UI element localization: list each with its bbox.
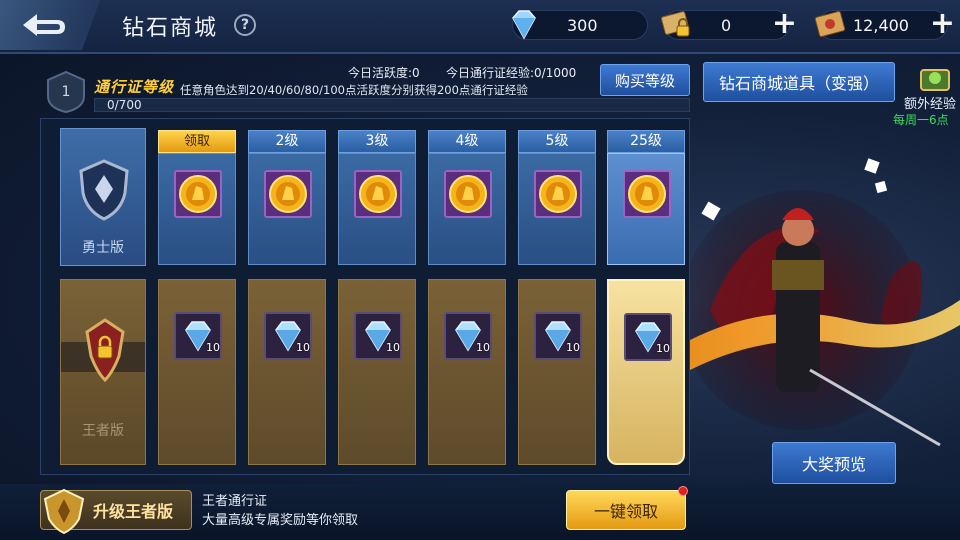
diamond-reward-icon: 10 xyxy=(624,313,672,361)
tier-level-tag: 5级 xyxy=(518,130,596,153)
voucher-icon xyxy=(814,10,846,38)
warrior-reward-slot[interactable] xyxy=(338,153,416,265)
king-reward-slot[interactable]: 10 xyxy=(158,279,236,465)
tier-level-tag: 3级 xyxy=(338,130,416,153)
hero-illustration xyxy=(680,158,960,447)
king-tier-card: 王者版 xyxy=(60,279,146,465)
claim-reward-button[interactable]: 领取 xyxy=(158,130,236,153)
king-pass-subtitle: 大量高级专属奖励等你领取 xyxy=(202,513,359,528)
pass-description: 任意角色达到20/40/60/80/100点活跃度分别获得200点通行证经验 xyxy=(180,83,528,97)
page-title: 钻石商城 xyxy=(122,16,219,41)
voucher-balance: 12,400 + xyxy=(814,9,955,40)
hero-artwork xyxy=(680,110,960,480)
pass-level-badge: 1 xyxy=(42,70,90,114)
warrior-reward-slot[interactable] xyxy=(428,153,506,265)
back-button[interactable] xyxy=(0,0,100,50)
warrior-tier-label: 勇士版 xyxy=(82,240,124,256)
warrior-tier-card: 勇士版 xyxy=(60,128,146,266)
king-reward-slot[interactable]: 10 xyxy=(338,279,416,465)
top-bar: 钻石商城 ? 300 0 + 12,400 + xyxy=(0,0,960,54)
diamond-icon xyxy=(512,10,536,40)
voucher-amount: 12,400 xyxy=(853,16,909,35)
king-tier-label: 王者版 xyxy=(82,423,124,439)
king-emblem-icon xyxy=(43,488,85,535)
diamond-reward-icon: 10 xyxy=(534,312,582,360)
gold-coin-reward-icon xyxy=(264,170,312,218)
king-pass-title: 王者通行证 xyxy=(202,494,268,509)
reward-quantity: 10 xyxy=(566,341,580,354)
locked-ticket-icon xyxy=(661,11,690,37)
diamond-balance: 300 xyxy=(512,10,648,40)
warrior-reward-slot[interactable] xyxy=(248,153,326,265)
gold-coin-reward-icon xyxy=(354,170,402,218)
help-icon[interactable]: ? xyxy=(234,14,256,36)
tier-level-tag: 4级 xyxy=(428,130,506,153)
diamond-reward-icon: 10 xyxy=(174,312,222,360)
warrior-shield-icon xyxy=(79,159,129,221)
warrior-reward-slot[interactable] xyxy=(607,153,685,265)
ticket-amount: 0 xyxy=(721,16,732,35)
ticket-balance: 0 + xyxy=(661,9,797,40)
warrior-reward-slot[interactable] xyxy=(158,153,236,265)
back-arrow-icon xyxy=(23,14,65,36)
reward-quantity: 10 xyxy=(206,341,220,354)
king-pass-promo: 王者通行证 大量高级专属奖励等你领取 xyxy=(202,492,358,530)
pass-xp-text: 0/700 xyxy=(107,98,142,112)
weekly-reset-note: 每周一6点 xyxy=(893,113,949,127)
gold-coin-reward-icon xyxy=(174,170,222,218)
extra-exp-chest-icon[interactable] xyxy=(918,62,952,94)
diamond-reward-icon: 10 xyxy=(444,312,492,360)
buy-level-button[interactable]: 购买等级 xyxy=(600,64,690,96)
diamond-reward-icon: 10 xyxy=(264,312,312,360)
reward-quantity: 10 xyxy=(656,342,670,355)
pass-xp-bar: 0/700 xyxy=(94,98,690,112)
diamond-reward-icon: 10 xyxy=(354,312,402,360)
king-crest-icon xyxy=(85,318,125,383)
grand-prize-preview-button[interactable]: 大奖预览 xyxy=(772,442,896,484)
warrior-reward-slot[interactable] xyxy=(518,153,596,265)
add-voucher-button[interactable]: + xyxy=(930,9,955,39)
pass-level-number: 1 xyxy=(61,84,71,100)
reward-quantity: 10 xyxy=(386,341,400,354)
today-pass-xp: 今日通行证经验:0/1000 xyxy=(446,66,577,80)
pass-title: 通行证等级 xyxy=(94,78,175,96)
reward-quantity: 10 xyxy=(296,341,310,354)
tier-level-tag: 25级 xyxy=(607,130,685,153)
extra-exp-label: 额外经验 xyxy=(904,97,957,112)
shop-items-button[interactable]: 钻石商城道具（变强） xyxy=(703,62,895,102)
gold-coin-reward-icon xyxy=(534,170,582,218)
claim-all-button[interactable]: 一键领取 xyxy=(566,490,686,530)
upgrade-king-label: 升级王者版 xyxy=(93,502,174,521)
king-reward-slot[interactable]: 10 xyxy=(428,279,506,465)
today-activity: 今日活跃度:0 xyxy=(348,66,420,80)
diamond-amount: 300 xyxy=(567,16,598,35)
king-reward-slot[interactable]: 10 xyxy=(518,279,596,465)
notification-dot xyxy=(678,486,688,496)
tier-level-tag: 2级 xyxy=(248,130,326,153)
add-ticket-button[interactable]: + xyxy=(772,9,797,39)
king-reward-slot[interactable]: 10 xyxy=(607,279,685,465)
upgrade-king-button[interactable]: 升级王者版 xyxy=(40,488,192,535)
gold-coin-reward-icon xyxy=(444,170,492,218)
gold-coin-reward-icon xyxy=(623,170,671,218)
reward-quantity: 10 xyxy=(476,341,490,354)
king-reward-slot[interactable]: 10 xyxy=(248,279,326,465)
